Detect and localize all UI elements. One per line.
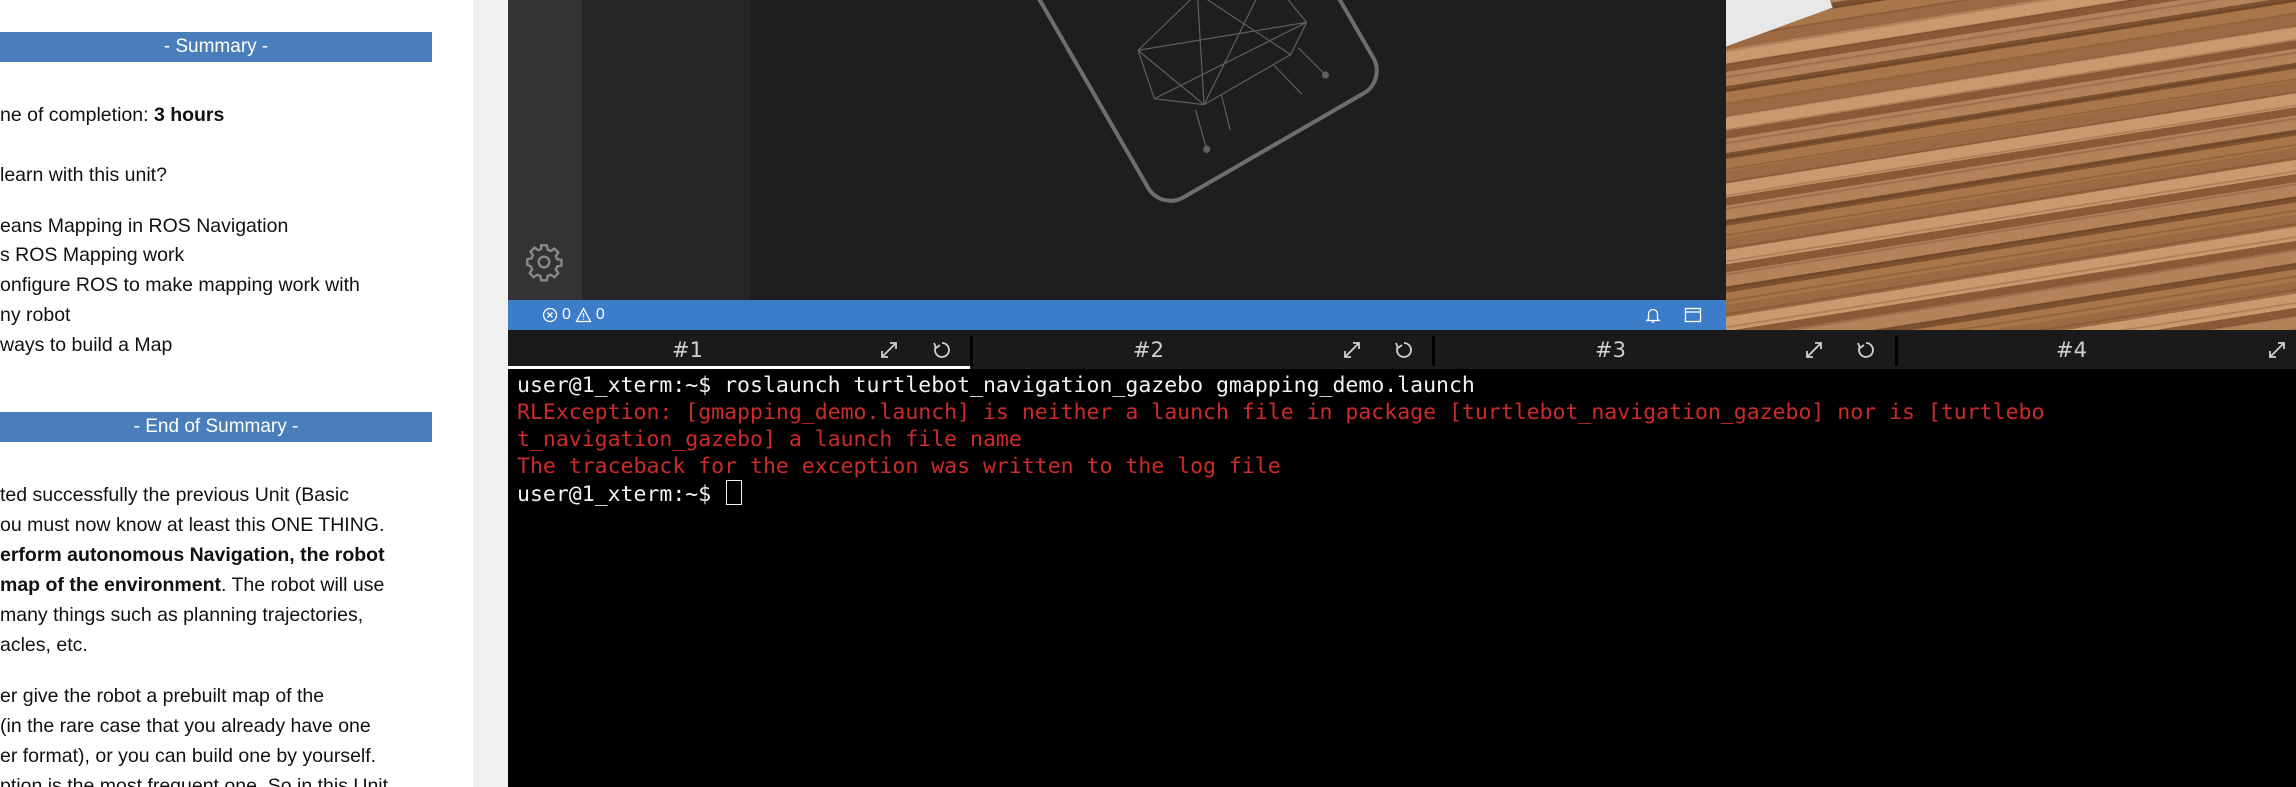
list-item: ny robot: [0, 304, 71, 326]
paragraph-line: (in the rare case that you already have …: [0, 715, 371, 737]
paragraph-line: many things such as planning trajectorie…: [0, 604, 364, 626]
paragraph-line: acles, etc.: [0, 634, 88, 656]
error-icon: [542, 307, 558, 323]
gazebo-simulation-view[interactable]: [1726, 0, 2296, 330]
warning-count: 0: [595, 306, 605, 323]
maximize-icon[interactable]: [1803, 339, 1825, 361]
reload-icon[interactable]: [1393, 339, 1415, 361]
paragraph-line: er give the robot a prebuilt map of the: [0, 685, 325, 707]
error-count: 0: [562, 306, 571, 323]
paragraph-line: ted successfully the previous Unit (Basi…: [0, 484, 349, 506]
notebook-panel: - Summary - ne of completion: 3 hours le…: [0, 0, 473, 787]
tab-terminal-1[interactable]: #1: [508, 330, 970, 369]
list-item: onfigure ROS to make mapping work with: [0, 274, 360, 296]
terminal-output[interactable]: user@1_xterm:~$ roslaunch turtlebot_navi…: [508, 369, 2296, 787]
terminal-prompt-line: user@1_xterm:~$: [517, 480, 743, 509]
paragraph-line: ou must now know at least this ONE THING…: [0, 514, 385, 536]
bell-icon[interactable]: [1644, 306, 1662, 324]
ide-status-bar: 0 0: [508, 300, 1726, 330]
notebook-scroll-gutter[interactable]: [473, 0, 508, 787]
terminal-error-line: The traceback for the exception was writ…: [517, 454, 1281, 479]
paragraph-line-bold: erform autonomous Navigation, the robot: [0, 544, 385, 566]
terminal-error-line: RLException: [gmapping_demo.launch] is n…: [517, 400, 2045, 425]
ide-activity-bar: [508, 0, 582, 300]
completion-time: ne of completion: 3 hours: [0, 104, 225, 126]
paragraph-line: ption is the most frequent one. So in th…: [0, 775, 389, 787]
terminal-tab-bar: #1 #2 #3 #4: [508, 330, 2296, 369]
gear-icon[interactable]: [524, 242, 564, 282]
gazebo-object-corner: [1726, 0, 1833, 49]
end-summary-banner: - End of Summary -: [0, 412, 432, 442]
tab-terminal-4[interactable]: #4: [1898, 330, 2296, 369]
list-item: s ROS Mapping work: [0, 244, 185, 266]
maximize-icon[interactable]: [1341, 339, 1363, 361]
robot-logo-watermark: [1033, 0, 1379, 203]
paragraph-line: map of the environment. The robot will u…: [0, 574, 385, 596]
ide-window: [508, 0, 1726, 300]
list-item: eans Mapping in ROS Navigation: [0, 215, 289, 237]
problems-indicator[interactable]: 0 0: [542, 300, 605, 330]
terminal-error-line: t_navigation_gazebo] a launch file name: [517, 427, 1022, 452]
ide-sidebar: [582, 0, 750, 300]
learn-question: learn with this unit?: [0, 164, 167, 186]
reload-icon[interactable]: [1855, 339, 1877, 361]
terminal-command-line: user@1_xterm:~$ roslaunch turtlebot_navi…: [517, 373, 1475, 398]
layout-panel-icon[interactable]: [1684, 306, 1702, 324]
warning-icon: [575, 307, 592, 323]
tab-terminal-2[interactable]: #2: [973, 330, 1432, 369]
maximize-icon[interactable]: [2266, 339, 2288, 361]
list-item: ways to build a Map: [0, 334, 173, 356]
summary-banner: - Summary -: [0, 32, 432, 62]
reload-icon[interactable]: [931, 339, 953, 361]
paragraph-line: er format), or you can build one by your…: [0, 745, 377, 767]
maximize-icon[interactable]: [878, 339, 900, 361]
ide-editor-welcome: [750, 0, 1726, 300]
tab-terminal-3[interactable]: #3: [1435, 330, 1895, 369]
terminal-cursor: [726, 480, 743, 505]
